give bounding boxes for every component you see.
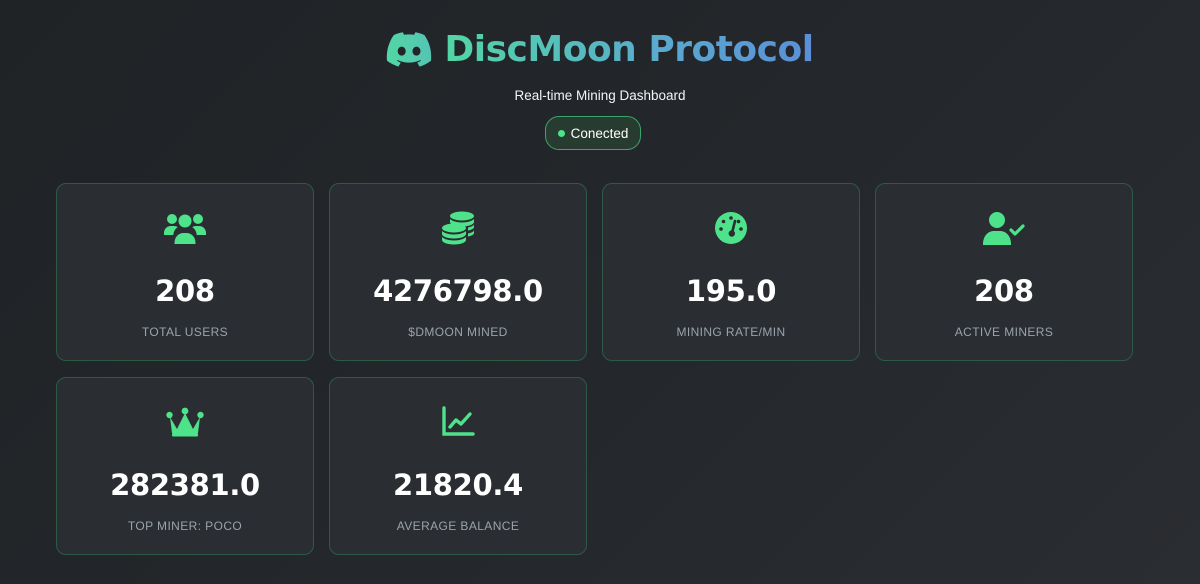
gauge-icon bbox=[603, 210, 859, 246]
chart-line-icon bbox=[330, 404, 586, 440]
discord-icon bbox=[386, 32, 432, 68]
stat-label: MINING RATE/MIN bbox=[676, 325, 786, 339]
stat-value: 21820.4 bbox=[393, 468, 523, 502]
stat-label: TOTAL USERS bbox=[141, 325, 229, 339]
connection-status-badge: Conected bbox=[545, 116, 641, 150]
title-row: DiscMoon Protocol bbox=[0, 26, 1200, 74]
stat-value: 208 bbox=[155, 274, 215, 308]
stat-label: AVERAGE BALANCE bbox=[396, 519, 520, 533]
coins-icon bbox=[330, 210, 586, 246]
stat-value: 195.0 bbox=[685, 274, 777, 308]
stat-value: 4276798.0 bbox=[373, 274, 543, 308]
stat-card-top-miner: 282381.0 TOP MINER: POCO bbox=[56, 377, 314, 555]
stat-label: $DMOON MINED bbox=[408, 325, 508, 339]
stat-label: TOP MINER: POCO bbox=[127, 519, 243, 533]
user-check-icon bbox=[876, 210, 1132, 246]
stat-card-average-balance: 21820.4 AVERAGE BALANCE bbox=[329, 377, 587, 555]
status-dot-icon bbox=[557, 129, 565, 137]
crown-icon bbox=[57, 404, 313, 440]
stats-grid: 208 TOTAL USERS 4276798.0 $DMOON MINED 1… bbox=[56, 183, 1134, 555]
page-subtitle: Real-time Mining Dashboard bbox=[514, 88, 686, 103]
stat-value: 282381.0 bbox=[110, 468, 260, 502]
users-icon bbox=[57, 210, 313, 246]
stat-label: ACTIVE MINERS bbox=[954, 325, 1054, 339]
stat-card-dmoon-mined: 4276798.0 $DMOON MINED bbox=[329, 183, 587, 361]
stat-card-mining-rate: 195.0 MINING RATE/MIN bbox=[602, 183, 860, 361]
stat-value: 208 bbox=[974, 274, 1034, 308]
stat-card-active-miners: 208 ACTIVE MINERS bbox=[875, 183, 1133, 361]
connection-status-text: Conected bbox=[570, 125, 629, 141]
page-title: DiscMoon Protocol bbox=[444, 26, 814, 74]
stat-card-total-users: 208 TOTAL USERS bbox=[56, 183, 314, 361]
